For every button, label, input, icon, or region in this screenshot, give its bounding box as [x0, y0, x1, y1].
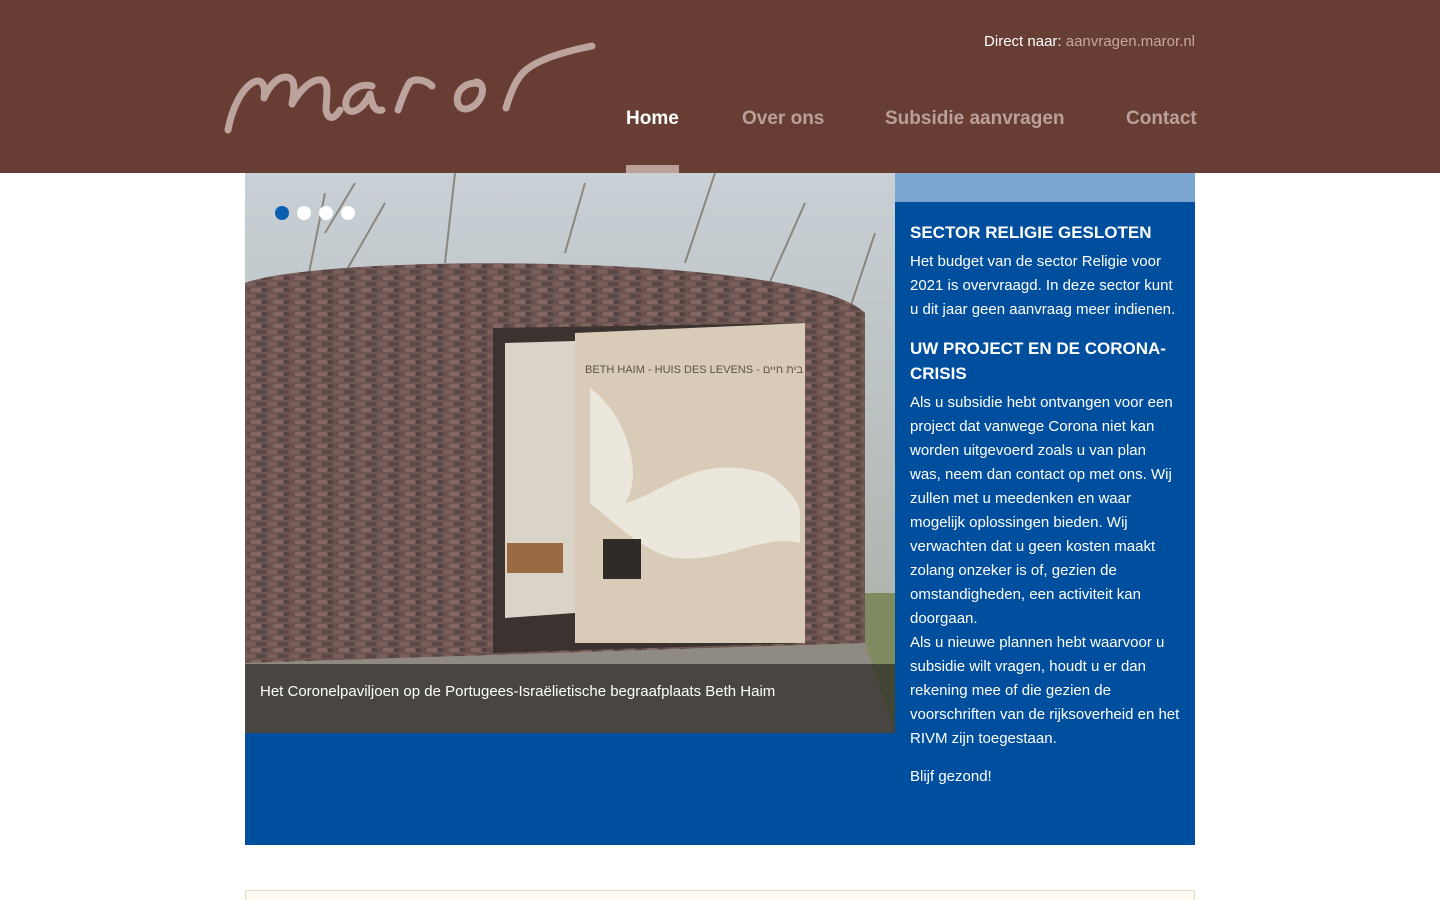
- nav-home-label: Home: [626, 108, 679, 129]
- direct-label: Direct naar:: [984, 33, 1062, 50]
- slide-dot-3[interactable]: [319, 206, 333, 220]
- slide-caption: Het Coronelpaviljoen op de Portugees-Isr…: [245, 664, 895, 733]
- nav-item-contact[interactable]: Contact: [1126, 108, 1197, 173]
- news-title-religie: SECTOR RELIGIE GESLOTEN: [910, 223, 1152, 242]
- slide-dot-1[interactable]: [275, 206, 289, 220]
- active-indicator: [626, 165, 679, 173]
- news-text-religie: Het budget van de sector Religie voor 20…: [910, 253, 1176, 318]
- main-nav: Home Over ons Subsidie aanvragen Contact: [0, 108, 1440, 173]
- news-sidebar: SECTOR RELIGIE GESLOTEN Het budget van d…: [895, 202, 1195, 789]
- slider-dots: [275, 206, 355, 220]
- nav-over-ons-label: Over ons: [742, 108, 825, 129]
- image-slider[interactable]: BETH HAIM - HUIS DES LEVENS - בית חיים H…: [245, 173, 895, 733]
- photo-sign-text: BETH HAIM - HUIS DES LEVENS - בית חיים: [585, 364, 803, 376]
- direct-naar: Direct naar: aanvragen.maror.nl: [984, 33, 1195, 50]
- aanvragen-link[interactable]: aanvragen.maror.nl: [1066, 33, 1195, 50]
- nav-subsidie-label: Subsidie aanvragen: [885, 108, 1065, 129]
- main-content: BETH HAIM - HUIS DES LEVENS - בית חיים H…: [245, 173, 1195, 845]
- nav-item-home[interactable]: Home: [626, 108, 679, 173]
- slide-caption-text: Het Coronelpaviljoen op de Portugees-Isr…: [260, 683, 776, 700]
- news-text-corona-2: Als u nieuwe plannen hebt waarvoor u sub…: [910, 634, 1180, 747]
- news-text-corona-1: Als u subsidie hebt ontvangen voor een p…: [910, 394, 1173, 627]
- nav-item-subsidie-aanvragen[interactable]: Subsidie aanvragen: [885, 108, 1065, 173]
- news-closing: Blijf gezond!: [910, 768, 992, 785]
- site-header: Direct naar: aanvragen.maror.nl Home Ove…: [0, 0, 1440, 173]
- slide-dot-4[interactable]: [341, 206, 355, 220]
- nav-contact-label: Contact: [1126, 108, 1197, 129]
- slide-photo: BETH HAIM - HUIS DES LEVENS - בית חיים: [245, 173, 895, 733]
- nav-item-over-ons[interactable]: Over ons: [742, 108, 824, 173]
- news-title-corona: UW PROJECT EN DE CORONA-CRISIS: [910, 339, 1166, 383]
- sidebar-top-band: [895, 173, 1195, 202]
- slide-dot-2[interactable]: [297, 206, 311, 220]
- content-box-below: [245, 890, 1195, 900]
